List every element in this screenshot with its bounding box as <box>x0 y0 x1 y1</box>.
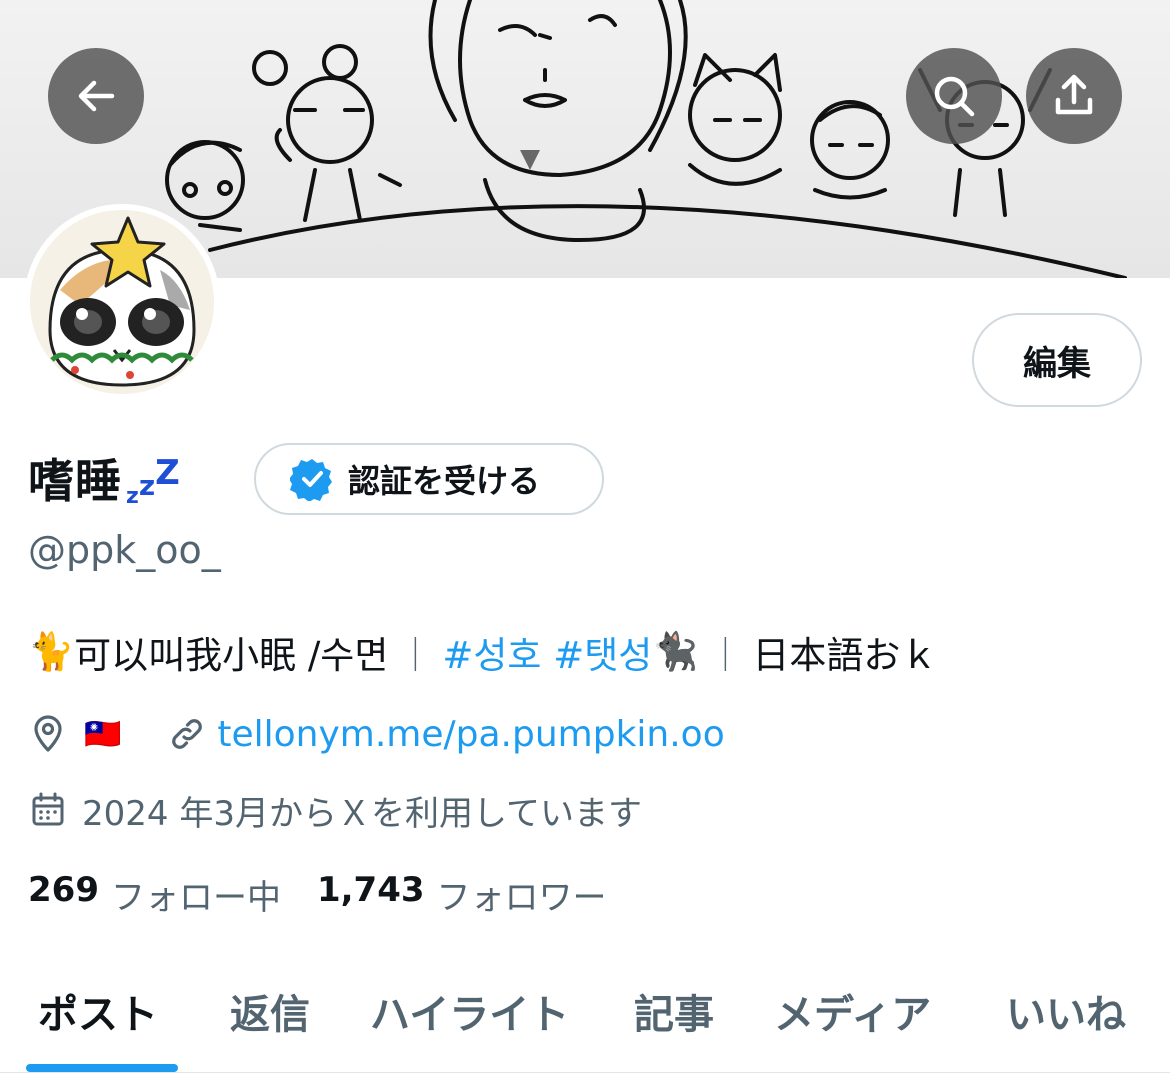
arrow-left-icon <box>78 80 115 112</box>
followers-link[interactable]: 1,743 フォロワー <box>317 870 607 919</box>
get-verified-button[interactable]: 認証を受ける <box>254 443 604 515</box>
location-flag: 🇹🇼 <box>84 716 122 752</box>
edit-profile-label: 編集 <box>1023 343 1091 384</box>
active-tab-indicator <box>26 1064 178 1072</box>
tab-likes[interactable]: いいね <box>1006 982 1126 1040</box>
bio-separator: ｜ <box>398 635 433 676</box>
username-handle: @ppk_oo_ <box>28 528 221 572</box>
bio-text-2: 日本語おｋ <box>752 634 938 677</box>
display-name-row: 嗜睡 z z Z <box>28 438 180 518</box>
calendar-icon <box>32 792 64 826</box>
website-link[interactable]: tellonym.me/pa.pumpkin.oo <box>217 714 724 755</box>
edit-profile-button[interactable]: 編集 <box>972 313 1142 407</box>
profile-meta-row: 🇹🇼 tellonym.me/pa.pumpkin.oo <box>28 706 725 762</box>
bio-separator: ｜ <box>708 635 743 676</box>
following-link[interactable]: 269 フォロー中 <box>28 870 281 919</box>
joined-date-text: 2024 年3月からＸを利用しています <box>82 793 642 834</box>
profile-tabs: ポスト 返信 ハイライト 記事 メディア いいね <box>0 960 1170 1077</box>
hashtag-link[interactable]: #성호 <box>442 625 541 679</box>
search-button[interactable] <box>906 48 1002 144</box>
profile-bio: 🐈 可以叫我小眠 /수면 ｜ #성호 #탯성 🐈‍⬛ ｜ 日本語おｋ <box>28 622 937 682</box>
share-icon <box>1055 74 1093 115</box>
location-pin-icon <box>34 715 62 752</box>
following-label: フォロー中 <box>110 877 281 918</box>
zzz-medium: z <box>138 469 156 502</box>
verified-badge-icon <box>290 459 332 501</box>
zzz-large: Z <box>155 453 180 493</box>
tab-articles[interactable]: 記事 <box>634 982 714 1040</box>
black-cat-emoji: 🐈‍⬛ <box>652 630 699 673</box>
tab-media[interactable]: メディア <box>774 982 931 1040</box>
display-name: 嗜睡 <box>28 454 122 508</box>
cat-emoji: 🐈 <box>28 630 75 673</box>
joined-date-row: 2024 年3月からＸを利用しています <box>28 782 642 838</box>
back-button[interactable] <box>48 48 144 144</box>
followers-count: 1,743 <box>316 869 425 910</box>
followers-label: フォロワー <box>436 877 607 918</box>
follow-counts: 269 フォロー中 1,743 フォロワー <box>28 866 607 922</box>
tab-highlights[interactable]: ハイライト <box>370 982 569 1040</box>
following-count: 269 <box>28 869 99 910</box>
link-icon <box>172 719 203 749</box>
search-icon <box>934 76 975 117</box>
tab-replies[interactable]: 返信 <box>230 982 310 1040</box>
profile-avatar[interactable] <box>24 204 220 400</box>
get-verified-label: 認証を受ける <box>348 462 541 500</box>
tab-posts[interactable]: ポスト <box>38 982 158 1040</box>
hashtag-link[interactable]: #탯성 <box>553 625 652 679</box>
tabs-divider <box>0 1072 1170 1073</box>
zzz-small: z <box>126 484 139 509</box>
sleep-zzz: z z Z <box>126 448 180 508</box>
share-button[interactable] <box>1026 48 1122 144</box>
bio-text: 可以叫我小眠 /수면 <box>74 634 389 677</box>
avatar-illustration <box>30 210 214 394</box>
